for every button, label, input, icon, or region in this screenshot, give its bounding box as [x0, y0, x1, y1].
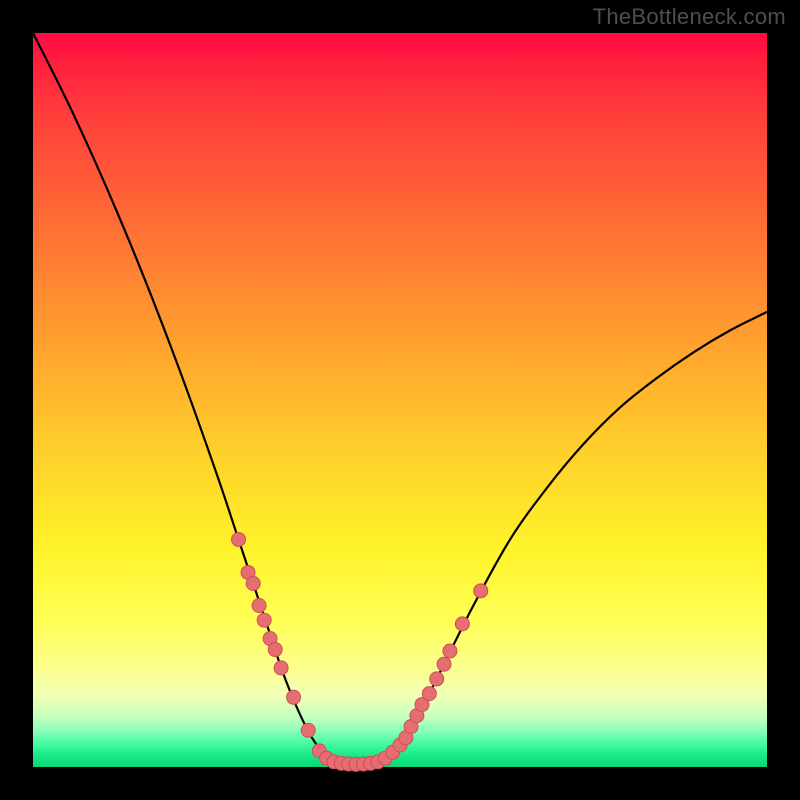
- data-marker: [301, 723, 315, 737]
- data-marker: [474, 584, 488, 598]
- data-marker: [430, 672, 444, 686]
- curve-svg: [33, 33, 767, 767]
- data-marker: [232, 532, 246, 546]
- plot-area: [33, 33, 767, 767]
- data-marker: [443, 644, 457, 658]
- data-marker: [257, 613, 271, 627]
- chart-frame: TheBottleneck.com: [0, 0, 800, 800]
- data-marker: [422, 687, 436, 701]
- watermark-text: TheBottleneck.com: [593, 4, 786, 30]
- data-marker: [268, 643, 282, 657]
- data-marker: [455, 617, 469, 631]
- data-marker: [246, 577, 260, 591]
- data-marker: [287, 690, 301, 704]
- data-marker: [252, 599, 266, 613]
- marker-group: [232, 532, 488, 771]
- data-marker: [274, 661, 288, 675]
- data-marker: [437, 657, 451, 671]
- bottleneck-curve: [33, 33, 767, 765]
